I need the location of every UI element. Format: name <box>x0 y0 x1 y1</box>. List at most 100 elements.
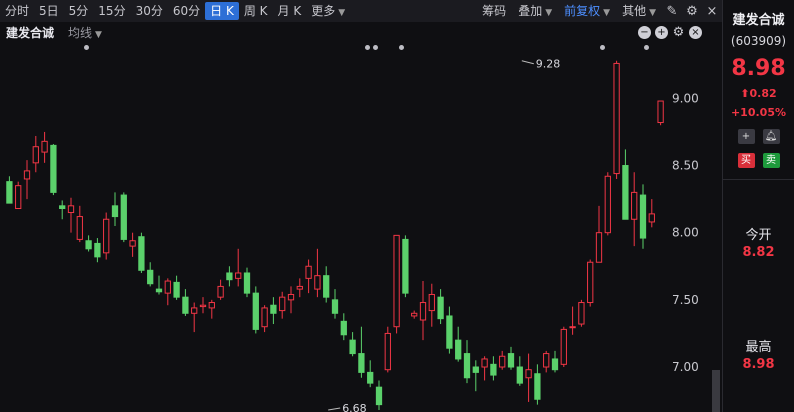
candle-body[interactable] <box>208 302 215 309</box>
period-tab[interactable]: 更多 ▼ <box>306 2 350 20</box>
period-tab[interactable]: 周 K <box>239 2 273 20</box>
toolbar-menu-item[interactable]: 其他 ▼ <box>616 2 662 20</box>
toolbar-menu-item[interactable]: 前复权 ▼ <box>558 2 616 20</box>
candle-body[interactable] <box>419 302 427 321</box>
zoom-in-icon[interactable]: + <box>655 26 668 39</box>
candle-body[interactable] <box>551 358 559 371</box>
close-icon[interactable]: × <box>689 26 702 39</box>
settings-icon[interactable]: ⚙ <box>682 4 702 19</box>
period-tab[interactable]: 月 K <box>273 2 307 20</box>
period-tab[interactable]: 30分 <box>131 2 168 20</box>
candle-body[interactable] <box>340 320 347 336</box>
toolbar-menu-item[interactable]: 筹码 <box>476 2 512 20</box>
candle-body[interactable] <box>67 205 75 214</box>
candle-body[interactable] <box>595 232 603 263</box>
candle-body[interactable] <box>41 140 48 153</box>
candle-body[interactable] <box>32 146 39 164</box>
candle-body[interactable] <box>173 281 180 298</box>
sell-button[interactable]: 卖 <box>762 153 780 168</box>
candle-body[interactable] <box>516 366 523 384</box>
period-tab[interactable]: 分时 <box>0 2 34 20</box>
candle-body[interactable] <box>261 307 268 328</box>
candle-body[interactable] <box>604 175 611 234</box>
candle-body[interactable] <box>499 355 506 368</box>
candle-body[interactable] <box>314 275 321 290</box>
candle-body[interactable] <box>182 296 189 314</box>
candle-body[interactable] <box>384 332 391 371</box>
candle-body[interactable] <box>217 285 224 298</box>
zoom-out-icon[interactable]: − <box>638 26 651 39</box>
candle-body[interactable] <box>560 328 567 365</box>
period-tab[interactable]: 60分 <box>168 2 205 20</box>
buy-button[interactable]: 买 <box>737 153 755 168</box>
candle-body[interactable] <box>23 170 31 180</box>
candle-body[interactable] <box>490 363 497 376</box>
add-watchlist-icon[interactable]: + <box>737 129 755 144</box>
period-tab[interactable]: 5日 <box>34 2 64 20</box>
candle-body[interactable] <box>6 181 13 204</box>
candle-body[interactable] <box>569 326 576 329</box>
candle-body[interactable] <box>534 373 541 400</box>
candle-body[interactable] <box>358 353 365 373</box>
period-tab[interactable]: 15分 <box>93 2 130 20</box>
candle-body[interactable] <box>455 339 462 360</box>
candle-body[interactable] <box>103 218 110 254</box>
close-icon[interactable]: × <box>702 4 722 19</box>
candle-body[interactable] <box>411 312 418 317</box>
scrollbar[interactable] <box>712 370 720 412</box>
candle-body[interactable] <box>235 272 242 279</box>
candle-body[interactable] <box>111 205 119 218</box>
candle-body[interactable] <box>279 296 286 312</box>
candle-body[interactable] <box>155 288 163 293</box>
toolbar-menu-item[interactable]: 叠加 ▼ <box>512 2 558 20</box>
candle-body[interactable] <box>287 293 295 301</box>
candle-body[interactable] <box>472 366 479 373</box>
candle-body[interactable] <box>639 194 647 239</box>
candle-body[interactable] <box>323 275 330 298</box>
candle-body[interactable] <box>428 293 435 312</box>
candle-body[interactable] <box>578 302 585 325</box>
candle-body[interactable] <box>587 261 594 304</box>
candle-body[interactable] <box>147 269 154 285</box>
candle-body[interactable] <box>191 307 198 314</box>
candle-body[interactable] <box>85 240 92 250</box>
candle-body[interactable] <box>243 272 251 294</box>
candlestick-chart[interactable]: 9.00 8.50 8.00 7.50 7.00 9.28 6.68 <box>0 42 712 412</box>
candle-body[interactable] <box>631 191 638 220</box>
candle-body[interactable] <box>50 144 57 193</box>
candle-body[interactable] <box>613 62 620 175</box>
gear-icon[interactable]: ⚙ <box>672 26 685 39</box>
candle-body[interactable] <box>129 240 136 247</box>
candle-body[interactable] <box>648 213 655 223</box>
candle-body[interactable] <box>481 358 488 368</box>
candle-body[interactable] <box>543 353 550 368</box>
candle-body[interactable] <box>463 353 471 379</box>
ma-dropdown[interactable]: 均线 ▼ <box>68 24 102 41</box>
candle-body[interactable] <box>270 304 277 314</box>
candle-body[interactable] <box>622 165 629 220</box>
candle-body[interactable] <box>94 242 101 258</box>
candle-body[interactable] <box>402 238 409 294</box>
candle-body[interactable] <box>446 315 453 349</box>
candle-body[interactable] <box>120 194 127 240</box>
alert-bell-icon[interactable]: 🔔︎ <box>762 129 780 144</box>
candle-body[interactable] <box>657 100 664 124</box>
candle-body[interactable] <box>525 369 532 379</box>
candle-body[interactable] <box>164 280 171 294</box>
candle-body[interactable] <box>15 185 22 210</box>
candle-body[interactable] <box>138 236 145 271</box>
candle-body[interactable] <box>331 299 339 314</box>
candle-body[interactable] <box>59 205 66 210</box>
period-tab[interactable]: 5分 <box>64 2 94 20</box>
candle-body[interactable] <box>507 353 515 368</box>
candle-body[interactable] <box>296 285 303 290</box>
candle-body[interactable] <box>437 296 444 320</box>
candle-body[interactable] <box>199 304 207 308</box>
candle-body[interactable] <box>367 371 374 384</box>
draw-tool-icon[interactable]: ✎ <box>662 4 682 19</box>
candle-body[interactable] <box>226 272 233 281</box>
candle-body[interactable] <box>349 339 356 355</box>
candle-body[interactable] <box>76 216 83 240</box>
period-tab[interactable]: 日 K <box>205 2 239 20</box>
candle-body[interactable] <box>393 234 400 328</box>
